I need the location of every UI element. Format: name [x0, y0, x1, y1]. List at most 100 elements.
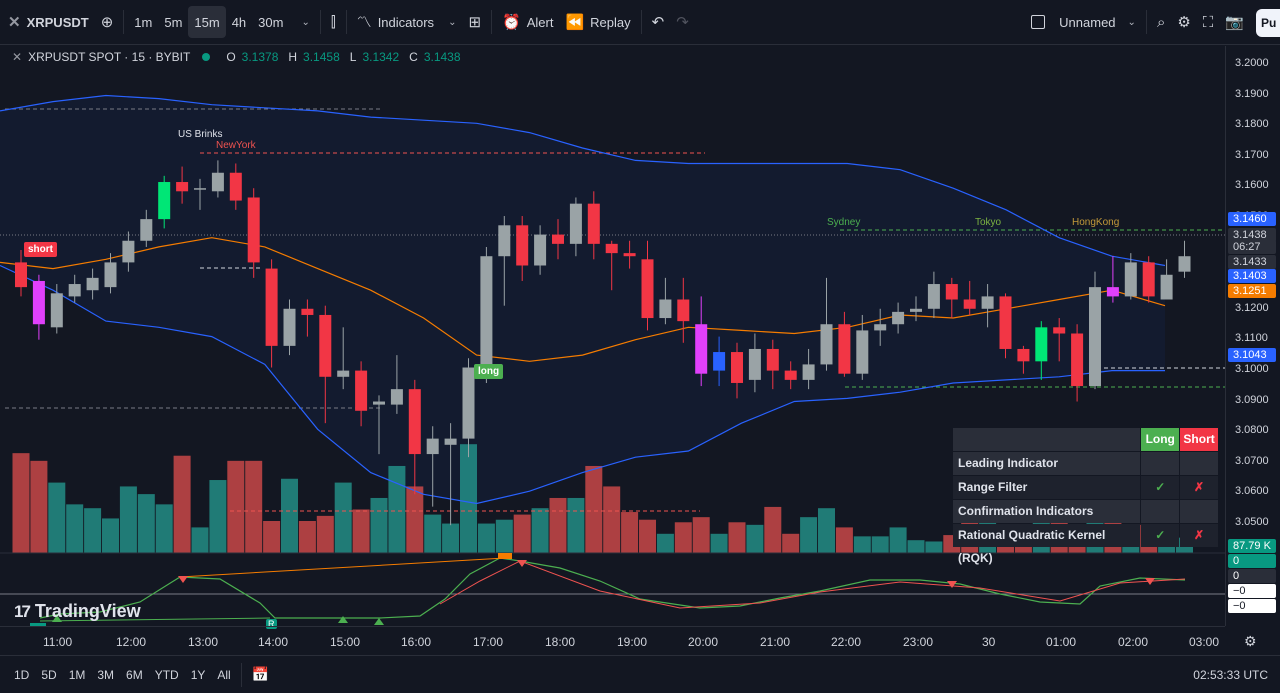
symbol-label: XRPUSDT	[26, 14, 89, 30]
bottom-toolbar: 1D 5D 1M 3M 6M YTD 1Y All 📅 02:53:33 UTC	[0, 655, 1280, 693]
volume-bar	[513, 514, 531, 553]
volume-bar	[603, 486, 621, 553]
volume-bar	[173, 455, 191, 553]
indicators-label: Indicators	[377, 14, 435, 30]
sell-marker-icon	[178, 576, 188, 583]
volume-bar	[316, 515, 334, 553]
candle-body	[874, 324, 887, 331]
volume-bar	[674, 522, 692, 553]
layout-button[interactable]: Unnamed ⌄	[1025, 6, 1142, 38]
buy-marker-icon	[374, 618, 384, 625]
range-3m[interactable]: 3M	[91, 668, 120, 682]
fullscreen-button[interactable]: ⛶	[1197, 6, 1220, 38]
signal-table: Long Short Leading Indicator Range Filte…	[953, 427, 1219, 565]
volume-bar	[12, 453, 30, 553]
legend-title[interactable]: XRPUSDT SPOT · 15 · BYBIT	[28, 50, 190, 64]
candle-body	[963, 299, 976, 309]
candle-body	[1053, 327, 1066, 334]
table-corner	[953, 427, 1141, 451]
candle-body	[283, 308, 296, 346]
candle-body	[426, 438, 439, 455]
indicator-label: Rational Quadratic Kernel (RQK)	[953, 523, 1141, 565]
interval-5m[interactable]: 5m	[158, 6, 188, 38]
interval-dropdown[interactable]: ⌄	[289, 6, 315, 38]
range-1y[interactable]: 1Y	[185, 668, 212, 682]
oscillator-value-label: −0	[1228, 599, 1276, 613]
symbol-search[interactable]: ✕ XRPUSDT	[0, 6, 95, 38]
candle-body	[641, 259, 654, 319]
settings-gear-icon[interactable]: ⚙	[1244, 633, 1257, 650]
us-brinks-label: US Brinks	[178, 129, 223, 140]
snapshot-button[interactable]: 📷	[1219, 6, 1250, 38]
price-tick: 3.0600	[1235, 485, 1269, 498]
volume-bar	[460, 444, 477, 553]
interval-15m[interactable]: 15m	[188, 6, 226, 38]
candle-body	[552, 234, 564, 244]
candle-body	[390, 389, 403, 405]
interval-4h[interactable]: 4h	[226, 6, 252, 38]
candle-body	[1071, 333, 1084, 387]
candle-body	[140, 219, 153, 241]
chevron-down-icon: ⌄	[448, 16, 457, 28]
candle-body	[32, 280, 45, 325]
range-1m[interactable]: 1M	[63, 668, 92, 682]
volume-bar	[281, 478, 298, 553]
volume-bar	[84, 508, 102, 553]
range-all[interactable]: All	[211, 668, 236, 682]
time-axis[interactable]: ⚙ 11:00 12:00 13:00 14:00 15:00 16:00 17:00 18:…	[0, 626, 1257, 654]
range-ytd[interactable]: YTD	[149, 668, 185, 682]
range-1d[interactable]: 1D	[8, 668, 35, 682]
time-tick: 23:00	[903, 635, 934, 649]
candle-body	[927, 284, 940, 309]
settings-button[interactable]: ⚙	[1171, 6, 1196, 38]
hongkong-label: HongKong	[1072, 217, 1120, 228]
utc-clock[interactable]: 02:53:33 UTC	[1193, 668, 1268, 682]
publish-button[interactable]: Pu	[1256, 9, 1280, 37]
low-value: 3.1342	[362, 50, 400, 64]
price-scale[interactable]: 3.20003.19003.18003.17003.16003.15003.14…	[1225, 46, 1280, 626]
templates-button[interactable]: ⊞	[462, 6, 487, 38]
price-tick: 3.1200	[1235, 301, 1269, 314]
alert-label: Alert	[526, 14, 554, 30]
volume-bar	[48, 482, 66, 553]
volume-bar	[424, 514, 442, 553]
xrp-logo-icon: ✕	[8, 13, 21, 31]
alert-button[interactable]: ⏰ Alert	[496, 6, 559, 38]
divider	[240, 662, 242, 687]
candle-body	[731, 352, 743, 383]
candle-body	[122, 240, 135, 263]
range-5d[interactable]: 5D	[35, 668, 62, 682]
volume-bar	[245, 460, 263, 553]
compare-symbol-button[interactable]: ⊕	[95, 6, 120, 38]
basis-price-label: 3.1403	[1228, 269, 1276, 283]
short-signal-tag: short	[24, 242, 57, 257]
volume-bar	[728, 522, 746, 553]
quick-search-button[interactable]: ⌕	[1151, 6, 1171, 38]
volume-bar	[119, 486, 137, 553]
app: ✕ XRPUSDT ⊕ 1m 5m 15m 4h 30m ⌄ ⫿ 〽 Indic…	[0, 0, 1280, 693]
price-tick: 3.0700	[1235, 454, 1269, 467]
volume-bar	[137, 494, 155, 553]
indicators-button[interactable]: 〽 Indicators ⌄	[351, 6, 463, 38]
date-range-calendar-icon[interactable]: 📅	[246, 666, 275, 683]
candle-body	[659, 299, 672, 319]
candle-body	[910, 308, 922, 312]
volume-bar	[263, 521, 281, 553]
candle-body	[355, 370, 368, 411]
range-6m[interactable]: 6M	[120, 668, 149, 682]
volume-bar	[800, 517, 818, 553]
interval-1m[interactable]: 1m	[128, 6, 158, 38]
interval-30m[interactable]: 30m	[252, 6, 289, 38]
divider	[1145, 10, 1147, 34]
redo-button[interactable]: ↷	[670, 6, 695, 38]
chart-type-button[interactable]: ⫿	[325, 6, 342, 38]
replay-button[interactable]: ⏪ Replay	[559, 6, 636, 38]
time-tick: 17:00	[473, 635, 504, 649]
candle-body	[766, 348, 779, 371]
search-icon: ⌕	[1156, 13, 1166, 31]
volume-bar	[477, 523, 495, 553]
layout-name: Unnamed	[1059, 14, 1116, 30]
undo-button[interactable]: ↶	[646, 6, 671, 38]
volume-bar	[531, 508, 549, 553]
table-row: Confirmation Indicators	[953, 499, 1219, 523]
